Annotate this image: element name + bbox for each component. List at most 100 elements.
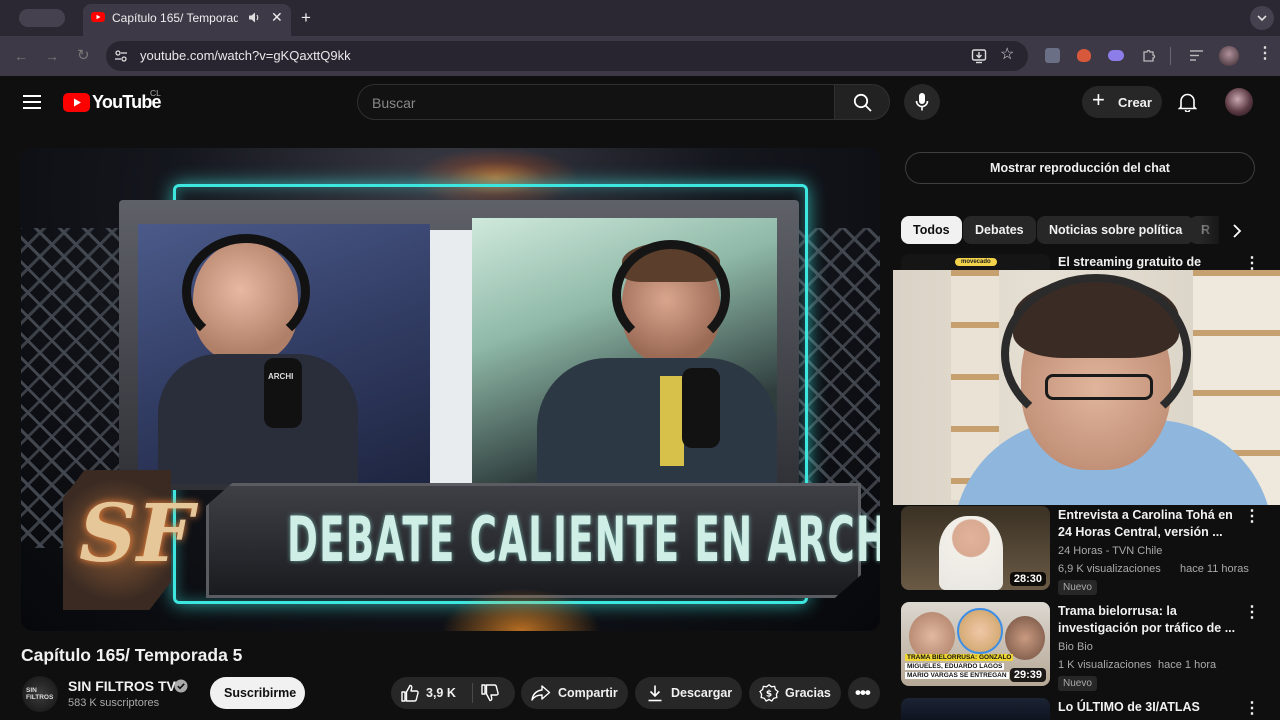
subscribe-label: Suscribirme: [224, 686, 297, 700]
search-placeholder: Buscar: [372, 95, 416, 111]
back-icon[interactable]: ←: [14, 49, 28, 63]
dislike-button[interactable]: [473, 677, 515, 709]
search-input[interactable]: Buscar: [357, 84, 835, 120]
share-button[interactable]: Compartir: [521, 677, 628, 709]
video-title: Capítulo 165/ Temporada 5: [21, 645, 243, 665]
create-label: Crear: [1118, 95, 1152, 110]
guest-left-headphones: [182, 234, 310, 349]
youtube-play-icon: [63, 93, 90, 112]
tab-close-icon[interactable]: ✕: [271, 10, 283, 24]
extensions-puzzle-icon[interactable]: [1142, 48, 1157, 63]
youtube-favicon-icon: [91, 12, 105, 22]
rec-views-1: 6,9 K visualizaciones: [1058, 563, 1161, 575]
rec-views-2: 1 K visualizaciones: [1058, 659, 1152, 671]
reload-icon[interactable]: ↻: [77, 48, 90, 63]
rec-thumbnail-2[interactable]: TRAMA BIELORRUSA: GONZALO MIGUELES, EDUA…: [901, 602, 1050, 686]
rec-thumb-0-badge: movecado: [955, 258, 997, 266]
microphone-icon: [915, 93, 929, 111]
guest-right-tie: [660, 376, 684, 466]
rec-menu-icon-2[interactable]: ⋮: [1244, 605, 1260, 621]
video-player[interactable]: ARCHI DEBATE CALIENTE EN ARCHI SF: [21, 148, 880, 631]
share-label: Compartir: [558, 686, 618, 700]
panel-divider: [430, 230, 472, 484]
verified-badge-icon: [174, 679, 188, 693]
thanks-label: Gracias: [785, 686, 831, 700]
rec-title-2[interactable]: Trama bielorrusa: la investigación por t…: [1058, 603, 1243, 637]
create-button[interactable]: + Crear: [1082, 86, 1162, 118]
channel-name[interactable]: SIN FILTROS TV: [68, 678, 176, 694]
tab-search-button[interactable]: [19, 9, 65, 27]
rec-title-3[interactable]: Lo ÚLTIMO de 3I/ATLAS: [1058, 699, 1243, 716]
download-label: Descargar: [671, 686, 733, 700]
rec-channel-2[interactable]: Bio Bio: [1058, 641, 1093, 653]
rec-title-0[interactable]: El streaming gratuito de: [1058, 254, 1243, 271]
extension-cloud-icon[interactable]: [1108, 50, 1124, 61]
new-badge-2: Nuevo: [1058, 676, 1097, 691]
like-count: 3,9 K: [426, 686, 456, 700]
rec-title-1[interactable]: Entrevista a Carolina Tohá en 24 Horas C…: [1058, 507, 1243, 541]
pip-headset: [1001, 274, 1191, 434]
thumbs-down-icon: [481, 684, 499, 702]
guest-right-headphones: [612, 240, 730, 350]
guest-right-mic: [682, 368, 720, 448]
channel-avatar-text: SIN FILTROS: [26, 687, 54, 701]
guest-left-mic: [264, 358, 302, 428]
pip-webcam-overlay[interactable]: [893, 270, 1280, 505]
rec-thumb-2-person-a: [909, 612, 955, 660]
youtube-logo[interactable]: YouTube CL: [63, 88, 163, 115]
browser-tab-bar: Capítulo 165/ Temporada 5 ✕ +: [0, 0, 1280, 36]
search-button[interactable]: [834, 84, 890, 120]
chip-todos[interactable]: Todos: [901, 216, 962, 244]
profile-avatar-icon[interactable]: [1219, 46, 1239, 66]
plus-icon: +: [1092, 87, 1105, 112]
url-text[interactable]: youtube.com/watch?v=gKQaxttQ9kk: [140, 48, 351, 63]
download-icon: [648, 685, 662, 702]
hamburger-menu-icon[interactable]: [23, 95, 41, 109]
more-horizontal-icon: •••: [855, 683, 871, 702]
guest-left-body: [158, 354, 358, 484]
chips-fade: [1200, 214, 1230, 246]
guest-right-body: [537, 358, 777, 484]
sf-logo-text: SF: [79, 486, 194, 580]
search-icon: [853, 93, 872, 112]
menu-kebab-icon[interactable]: ⋮: [1257, 46, 1273, 62]
speaker-icon[interactable]: [248, 11, 261, 24]
bookmark-star-icon[interactable]: ☆: [1000, 47, 1014, 63]
new-tab-icon[interactable]: +: [301, 9, 311, 26]
site-settings-icon[interactable]: [114, 49, 128, 63]
more-actions-button[interactable]: •••: [848, 677, 880, 709]
rec-age-2: hace 1 hora: [1158, 659, 1217, 671]
rec-thumbnail-0[interactable]: movecado: [901, 254, 1050, 270]
thumbs-up-icon: [401, 684, 419, 702]
extension-translate-icon[interactable]: [1045, 48, 1060, 63]
like-button[interactable]: 3,9 K: [391, 677, 471, 709]
rec-thumb-2-caption-1: TRAMA BIELORRUSA: GONZALO: [905, 654, 1014, 661]
install-app-icon[interactable]: [971, 48, 987, 64]
forward-icon[interactable]: →: [45, 49, 59, 63]
country-code: CL: [150, 88, 161, 98]
chip-noticias-politica[interactable]: Noticias sobre política: [1037, 216, 1195, 244]
thanks-button[interactable]: $ Gracias: [749, 677, 841, 709]
rec-age-1: hace 11 horas: [1180, 563, 1249, 575]
channel-avatar[interactable]: SIN FILTROS: [22, 676, 58, 712]
rec-thumbnail-1[interactable]: 28:30: [901, 506, 1050, 590]
rec-channel-1[interactable]: 24 Horas - TVN Chile: [1058, 545, 1162, 557]
extension-fox-icon[interactable]: [1077, 49, 1091, 62]
toolbar-divider: [1170, 47, 1171, 65]
reading-list-icon[interactable]: [1189, 49, 1204, 62]
user-avatar[interactable]: [1225, 88, 1253, 116]
rec-thumbnail-3[interactable]: [901, 698, 1050, 720]
chevron-right-icon[interactable]: [1230, 223, 1244, 239]
show-chat-replay-button[interactable]: Mostrar reproducción del chat: [905, 152, 1255, 184]
voice-search-button[interactable]: [904, 84, 940, 120]
download-button[interactable]: Descargar: [635, 677, 742, 709]
share-icon: [531, 685, 551, 701]
rec-thumb-2-person-b: [957, 608, 1003, 654]
rec-thumb-2-caption-3: MARIO VARGAS SE ENTREGAN: [905, 672, 1009, 679]
chat-replay-label: Mostrar reproducción del chat: [990, 161, 1170, 175]
rec-menu-icon-3[interactable]: ⋮: [1244, 701, 1260, 717]
notifications-bell-icon[interactable]: [1178, 92, 1197, 112]
chip-debates[interactable]: Debates: [963, 216, 1036, 244]
rec-menu-icon-1[interactable]: ⋮: [1244, 509, 1260, 525]
subscribe-button[interactable]: Suscribirme: [210, 677, 305, 709]
